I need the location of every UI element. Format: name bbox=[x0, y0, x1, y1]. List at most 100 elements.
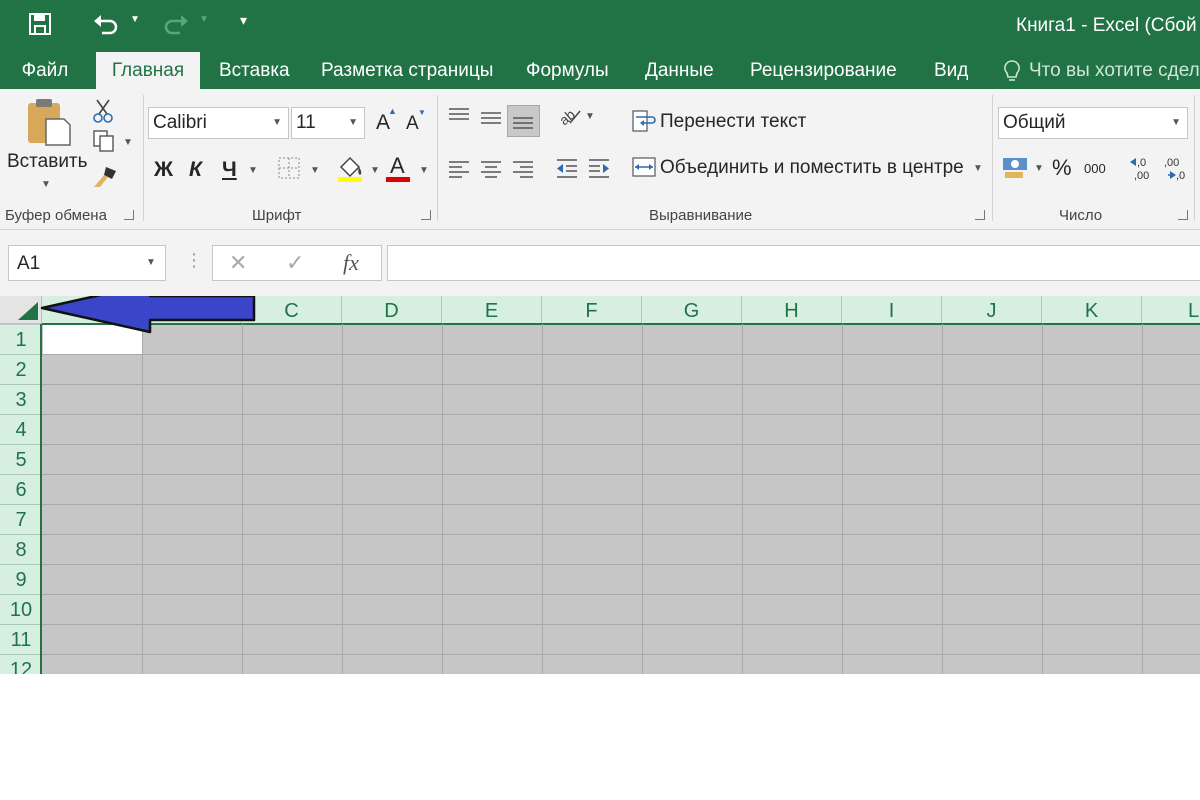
align-bottom-button[interactable] bbox=[507, 105, 540, 137]
column-header[interactable]: L bbox=[1142, 296, 1200, 324]
chevron-down-icon[interactable]: ▼ bbox=[1171, 108, 1181, 138]
wrap-text-button[interactable]: Перенести текст bbox=[660, 111, 806, 133]
decrease-decimal-icon[interactable]: ,00 ,0 bbox=[1160, 153, 1186, 183]
font-color-button[interactable]: A bbox=[390, 153, 405, 179]
paste-dropdown-icon[interactable]: ▼ bbox=[41, 179, 51, 190]
italic-button[interactable]: К bbox=[189, 158, 202, 182]
underline-dropdown-icon[interactable]: ▼ bbox=[248, 165, 258, 176]
column-header[interactable]: I bbox=[842, 296, 942, 324]
align-right-icon[interactable] bbox=[510, 156, 536, 180]
column-header[interactable]: H bbox=[742, 296, 842, 324]
column-header[interactable]: F bbox=[542, 296, 642, 324]
row-header[interactable]: 4 bbox=[0, 415, 42, 445]
gridline bbox=[42, 594, 1200, 595]
row-header[interactable]: 11 bbox=[0, 625, 42, 655]
formula-input[interactable] bbox=[387, 245, 1200, 281]
undo-icon[interactable] bbox=[92, 12, 122, 36]
orientation-icon[interactable]: ab bbox=[556, 101, 584, 129]
align-middle-icon[interactable] bbox=[478, 105, 504, 131]
undo-dropdown-icon[interactable]: ▼ bbox=[130, 14, 140, 25]
gridline bbox=[442, 324, 443, 674]
increase-decimal-icon[interactable]: ,0 ,00 bbox=[1128, 153, 1154, 183]
column-header[interactable]: J bbox=[942, 296, 1042, 324]
orientation-dropdown-icon[interactable]: ▼ bbox=[585, 111, 595, 122]
gridline bbox=[42, 654, 1200, 655]
align-center-icon[interactable] bbox=[478, 156, 504, 180]
copy-icon[interactable] bbox=[92, 129, 116, 153]
tab-view[interactable]: Вид bbox=[934, 52, 968, 89]
column-header[interactable]: K bbox=[1042, 296, 1142, 324]
paste-icon[interactable] bbox=[26, 97, 74, 147]
thousands-button[interactable]: 000 bbox=[1084, 161, 1106, 176]
borders-dropdown-icon[interactable]: ▼ bbox=[310, 165, 320, 176]
font-color-dropdown-icon[interactable]: ▼ bbox=[419, 165, 429, 176]
currency-dropdown-icon[interactable]: ▼ bbox=[1034, 163, 1044, 174]
merge-dropdown-icon[interactable]: ▼ bbox=[973, 163, 983, 174]
redo-icon[interactable] bbox=[160, 12, 190, 36]
row-header[interactable]: 8 bbox=[0, 535, 42, 565]
underline-button[interactable]: Ч bbox=[222, 158, 237, 182]
tab-file[interactable]: Файл bbox=[4, 52, 86, 89]
merge-center-button[interactable]: Объединить и поместить в центре bbox=[660, 157, 964, 179]
chevron-down-icon[interactable]: ▼ bbox=[348, 108, 358, 138]
column-header[interactable]: D bbox=[342, 296, 442, 324]
font-launcher-icon[interactable] bbox=[421, 210, 431, 220]
select-all-button[interactable] bbox=[0, 296, 42, 324]
insert-function-icon[interactable]: fx bbox=[343, 250, 359, 276]
chevron-down-icon[interactable]: ▼ bbox=[272, 108, 282, 138]
font-name-combo[interactable]: Calibri ▼ bbox=[148, 107, 289, 139]
redo-dropdown-icon[interactable]: ▼ bbox=[199, 14, 209, 25]
row-header[interactable]: 6 bbox=[0, 475, 42, 505]
tab-data[interactable]: Данные bbox=[645, 52, 714, 89]
shrink-font-button[interactable]: A bbox=[406, 113, 419, 135]
font-size-value: 11 bbox=[296, 112, 316, 133]
clipboard-launcher-icon[interactable] bbox=[124, 210, 134, 220]
alignment-launcher-icon[interactable] bbox=[975, 210, 985, 220]
merge-center-icon[interactable] bbox=[632, 155, 656, 179]
decrease-indent-icon[interactable] bbox=[554, 156, 580, 180]
bold-button[interactable]: Ж bbox=[154, 158, 173, 182]
save-icon[interactable] bbox=[28, 12, 52, 36]
paste-label[interactable]: Вставить bbox=[7, 151, 88, 173]
borders-icon[interactable] bbox=[277, 156, 301, 180]
align-top-icon[interactable] bbox=[446, 105, 472, 131]
currency-icon[interactable] bbox=[1001, 155, 1031, 181]
column-header[interactable]: G bbox=[642, 296, 742, 324]
number-format-combo[interactable]: Общий ▼ bbox=[998, 107, 1188, 139]
cancel-icon[interactable]: ✕ bbox=[229, 250, 247, 276]
row-header[interactable]: 3 bbox=[0, 385, 42, 415]
splitter-handle-icon[interactable]: ⋮ bbox=[185, 250, 203, 271]
row-header[interactable]: 1 bbox=[0, 325, 42, 355]
font-size-combo[interactable]: 11 ▼ bbox=[291, 107, 365, 139]
column-header[interactable]: E bbox=[442, 296, 542, 324]
percent-button[interactable]: % bbox=[1052, 155, 1072, 181]
row-header[interactable]: 9 bbox=[0, 565, 42, 595]
row-header[interactable]: 5 bbox=[0, 445, 42, 475]
increase-indent-icon[interactable] bbox=[586, 156, 612, 180]
enter-icon[interactable]: ✓ bbox=[286, 250, 304, 276]
fill-color-icon[interactable] bbox=[337, 153, 365, 183]
tell-me-search[interactable]: Что вы хотите сдела bbox=[1029, 52, 1200, 89]
align-left-icon[interactable] bbox=[446, 156, 472, 180]
chevron-down-icon[interactable]: ▼ bbox=[146, 257, 156, 268]
row-header[interactable]: 12 bbox=[0, 655, 42, 674]
copy-dropdown-icon[interactable]: ▼ bbox=[123, 137, 133, 148]
worksheet-grid[interactable]: A B C D E F G H I J K L 1 2 3 4 5 6 7 8 … bbox=[0, 296, 1200, 674]
tab-formulas[interactable]: Формулы bbox=[526, 52, 609, 89]
customize-qat-icon[interactable]: ▾ bbox=[240, 12, 247, 29]
fill-color-dropdown-icon[interactable]: ▼ bbox=[370, 165, 380, 176]
tab-review[interactable]: Рецензирование bbox=[750, 52, 897, 89]
name-box[interactable]: A1 ▼ bbox=[8, 245, 166, 281]
row-header[interactable]: 7 bbox=[0, 505, 42, 535]
tab-page-layout[interactable]: Разметка страницы bbox=[321, 52, 493, 89]
tab-insert[interactable]: Вставка bbox=[219, 52, 290, 89]
gridline bbox=[542, 324, 543, 674]
number-launcher-icon[interactable] bbox=[1178, 210, 1188, 220]
wrap-text-icon[interactable] bbox=[632, 109, 656, 133]
scissors-icon[interactable] bbox=[92, 98, 114, 124]
row-header[interactable]: 10 bbox=[0, 595, 42, 625]
ribbon-divider bbox=[437, 95, 438, 221]
format-painter-icon[interactable] bbox=[92, 165, 118, 189]
row-header[interactable]: 2 bbox=[0, 355, 42, 385]
tab-home[interactable]: Главная bbox=[96, 52, 200, 89]
